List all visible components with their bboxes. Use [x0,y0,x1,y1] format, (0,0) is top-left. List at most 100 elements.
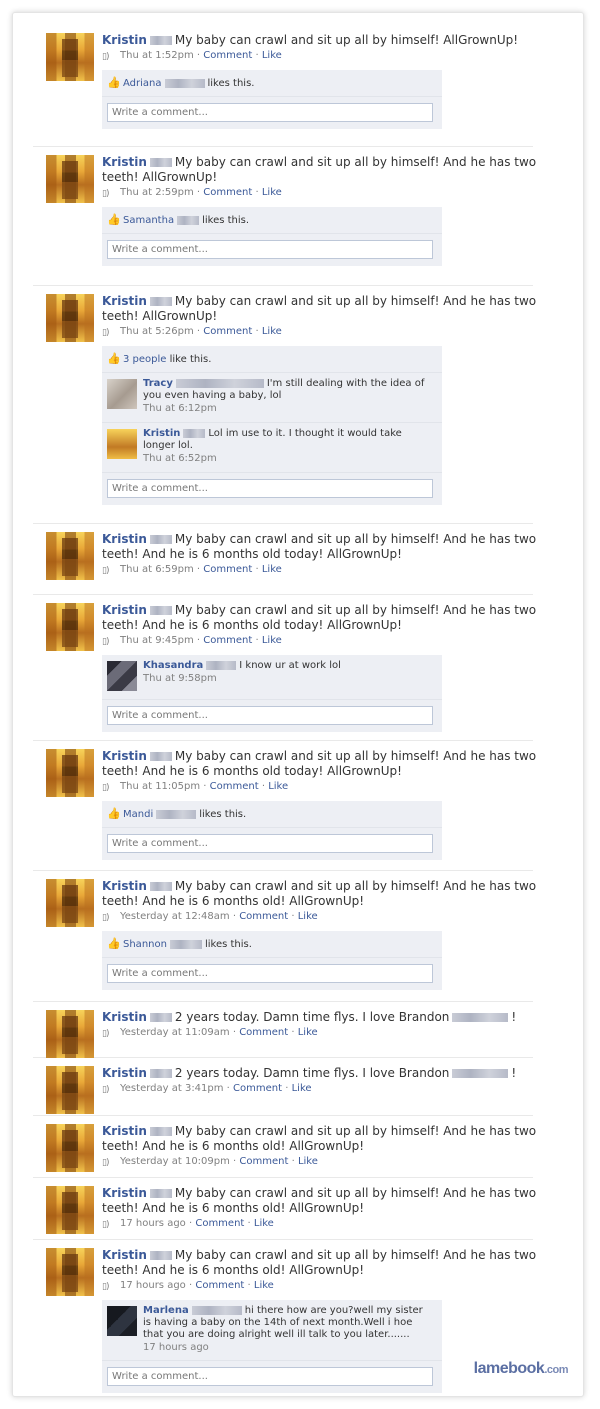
user-name[interactable]: Kristin [102,155,147,169]
like-link[interactable]: Like [262,635,282,646]
status-message: Kristin My baby can crawl and sit up all … [102,1124,542,1154]
status-story: Kristin My baby can crawl and sit up all … [33,33,533,147]
timestamp: Yesterday at 12:48am [120,911,230,922]
comment-input[interactable]: Write a comment... [107,1367,433,1386]
likes-row: 👍 Adriana likes this. [102,70,442,97]
like-link[interactable]: Like [262,564,282,575]
comment-input[interactable]: Write a comment... [107,479,433,498]
thumbs-up-icon: 👍 [107,352,121,365]
commenter-avatar[interactable] [107,379,137,409]
status-message: Kristin My baby can crawl and sit up all … [102,1248,542,1278]
like-link[interactable]: Like [262,326,282,337]
user-name[interactable]: Kristin [102,1066,147,1080]
like-link[interactable]: Like [262,50,282,61]
mobile-icon: ▯) [102,1158,109,1168]
comment-link[interactable]: Comment [233,1083,282,1094]
avatar[interactable] [46,1066,94,1114]
avatar[interactable] [46,1124,94,1172]
comment-link[interactable]: Comment [195,1218,244,1229]
feed-card: Kristin My baby can crawl and sit up all … [12,12,584,1397]
avatar[interactable] [46,532,94,580]
like-link[interactable]: Like [298,911,318,922]
liker-name[interactable]: Samantha [123,215,174,226]
comment-input[interactable]: Write a comment... [107,706,433,725]
separator: · [252,635,262,646]
separator: · [282,1083,292,1094]
user-name[interactable]: Kristin [102,294,147,308]
separator: · [185,1218,196,1229]
comment-link[interactable]: Comment [210,781,259,792]
timestamp: Thu at 6:59pm [120,564,194,575]
mobile-icon: ▯) [102,637,109,647]
avatar[interactable] [46,603,94,651]
comment-link[interactable]: Comment [203,564,252,575]
separator: · [229,911,240,922]
like-link[interactable]: Like [292,1083,312,1094]
comment: Tracy I'm still dealing with the idea of … [102,373,442,423]
comment-input[interactable]: Write a comment... [107,240,433,259]
commenter-name[interactable]: Marlena [143,1305,189,1316]
thumbs-up-icon: 👍 [107,937,121,950]
user-name[interactable]: Kristin [102,603,147,617]
like-link[interactable]: Like [298,1156,318,1167]
commenter-avatar[interactable] [107,661,137,691]
timestamp: Thu at 11:05pm [120,781,201,792]
like-link[interactable]: Like [254,1280,274,1291]
like-link[interactable]: Like [254,1218,274,1229]
like-link[interactable]: Like [262,187,282,198]
likes-text: likes this. [204,939,252,950]
avatar[interactable] [46,879,94,927]
user-name[interactable]: Kristin [102,33,147,47]
avatar[interactable] [46,749,94,797]
user-name[interactable]: Kristin [102,749,147,763]
comment-link[interactable]: Comment [239,1027,288,1038]
like-link[interactable]: Like [268,781,288,792]
commenter-avatar[interactable] [107,1306,137,1336]
redacted-surname [149,36,172,45]
comment-link[interactable]: Comment [195,1280,244,1291]
comment-input[interactable]: Write a comment... [107,964,433,983]
comment-link[interactable]: Comment [203,326,252,337]
avatar[interactable] [46,1186,94,1234]
user-name[interactable]: Kristin [102,879,147,893]
user-name[interactable]: Kristin [102,1010,147,1024]
commenter-name[interactable]: Khasandra [143,660,203,671]
comment-link[interactable]: Comment [203,635,252,646]
likers-link[interactable]: 3 people [123,354,166,365]
separator: · [252,326,262,337]
status-story: Kristin My baby can crawl and sit up all … [33,879,536,1002]
write-comment-row: Write a comment... [102,234,442,266]
timestamp: Yesterday at 10:09pm [120,1156,230,1167]
commenter-avatar[interactable] [107,429,137,459]
comment-link[interactable]: Comment [239,911,288,922]
avatar[interactable] [46,1248,94,1296]
write-comment-row: Write a comment... [102,97,442,129]
comment-link[interactable]: Comment [239,1156,288,1167]
write-comment-row: Write a comment... [102,700,442,732]
avatar[interactable] [46,33,94,81]
status-message: Kristin My baby can crawl and sit up all … [102,603,542,633]
avatar[interactable] [46,155,94,203]
comment-input[interactable]: Write a comment... [107,103,433,122]
status-story: Kristin My baby can crawl and sit up all … [33,749,536,871]
comment-link[interactable]: Comment [203,50,252,61]
liker-name[interactable]: Mandi [123,809,153,820]
user-name[interactable]: Kristin [102,1124,147,1138]
commenter-name[interactable]: Tracy [143,378,173,389]
commenter-name[interactable]: Kristin [143,428,180,439]
news-feed: Kristin My baby can crawl and sit up all … [33,33,536,1398]
user-name[interactable]: Kristin [102,532,147,546]
avatar[interactable] [46,1010,94,1058]
comment-input[interactable]: Write a comment... [107,834,433,853]
liker-name[interactable]: Adriana [123,78,162,89]
like-link[interactable]: Like [298,1027,318,1038]
avatar[interactable] [46,294,94,342]
likes-text: likes this. [199,809,247,820]
redacted-surname [177,215,200,225]
user-name[interactable]: Kristin [102,1248,147,1262]
story-meta: ▯) Thu at 6:59pm · Comment · Like [102,563,542,577]
comment-link[interactable]: Comment [203,187,252,198]
redacted-surname [206,660,237,670]
liker-name[interactable]: Shannon [123,939,167,950]
user-name[interactable]: Kristin [102,1186,147,1200]
